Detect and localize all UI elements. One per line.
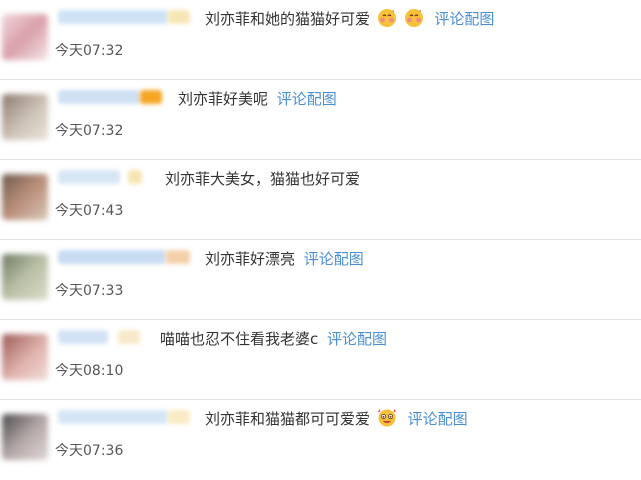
comment-timestamp: 今天08:10 [55, 363, 124, 379]
comment-image-link[interactable]: 评论配图 [327, 330, 387, 348]
comment-item: 刘亦菲好漂亮 评论配图 今天07:33 [0, 240, 641, 320]
badge-blurred [168, 410, 190, 424]
comment-item: 刘亦菲和猫猫都可可爱爱 评论配图 今天07:36 [0, 400, 641, 480]
avatar[interactable] [2, 414, 48, 460]
comment-item: 刘亦菲好美呢 评论配图 今天07:32 [0, 80, 641, 160]
username-blurred[interactable] [58, 170, 120, 184]
comment-text-row: 刘亦菲好漂亮 评论配图 [205, 248, 364, 270]
comment-text: 刘亦菲大美女，猫猫也好可爱 [165, 170, 361, 188]
comment-timestamp: 今天07:36 [55, 443, 124, 459]
comment-image-link[interactable]: 评论配图 [304, 250, 364, 268]
comment-timestamp: 今天07:43 [55, 203, 124, 219]
blushing-kiss-emoji [377, 9, 396, 27]
username-blurred[interactable] [58, 410, 168, 424]
avatar[interactable] [2, 334, 48, 380]
comment-image-link[interactable]: 评论配图 [434, 10, 494, 28]
comment-text-row: 喵喵也忍不住看我老婆c 评论配图 [160, 328, 387, 350]
comment-item: 喵喵也忍不住看我老婆c 评论配图 今天08:10 [0, 320, 641, 400]
comment-text: 喵喵也忍不住看我老婆c [160, 330, 319, 348]
comment-item: 刘亦菲和她的猫猫好可爱 评论配图 今天07:32 [0, 0, 641, 80]
avatar[interactable] [2, 254, 48, 300]
badge-blurred [128, 170, 142, 184]
avatar[interactable] [2, 14, 48, 60]
comment-text-row: 刘亦菲大美女，猫猫也好可爱 [165, 168, 360, 190]
comment-text-row: 刘亦菲和她的猫猫好可爱 评论配图 [205, 8, 494, 30]
comment-timestamp: 今天07:33 [55, 283, 124, 299]
avatar[interactable] [2, 174, 48, 220]
comment-image-link[interactable]: 评论配图 [277, 90, 337, 108]
avatar[interactable] [2, 94, 48, 140]
username-blurred[interactable] [58, 330, 108, 344]
comment-image-link[interactable]: 评论配图 [408, 410, 468, 428]
username-blurred[interactable] [58, 90, 140, 104]
username-blurred[interactable] [58, 10, 168, 24]
comment-text: 刘亦菲好美呢 [178, 90, 269, 108]
comment-text-row: 刘亦菲好美呢 评论配图 [178, 88, 337, 110]
comment-text: 刘亦菲和她的猫猫好可爱 [205, 10, 371, 28]
comment-timestamp: 今天07:32 [55, 43, 124, 59]
badge-blurred [140, 90, 162, 104]
blushing-kiss-emoji [404, 9, 423, 27]
badge-blurred [118, 330, 140, 344]
comment-text-row: 刘亦菲和猫猫都可可爱爱 评论配图 [205, 408, 468, 430]
comment-item: 刘亦菲大美女，猫猫也好可爱 今天07:43 [0, 160, 641, 240]
sparkle-face-emoji [377, 409, 396, 427]
comment-text: 刘亦菲好漂亮 [205, 250, 296, 268]
badge-blurred [166, 250, 190, 264]
badge-blurred [168, 10, 190, 24]
username-blurred[interactable] [58, 250, 166, 264]
comment-text: 刘亦菲和猫猫都可可爱爱 [205, 410, 371, 428]
comment-timestamp: 今天07:32 [55, 123, 124, 139]
